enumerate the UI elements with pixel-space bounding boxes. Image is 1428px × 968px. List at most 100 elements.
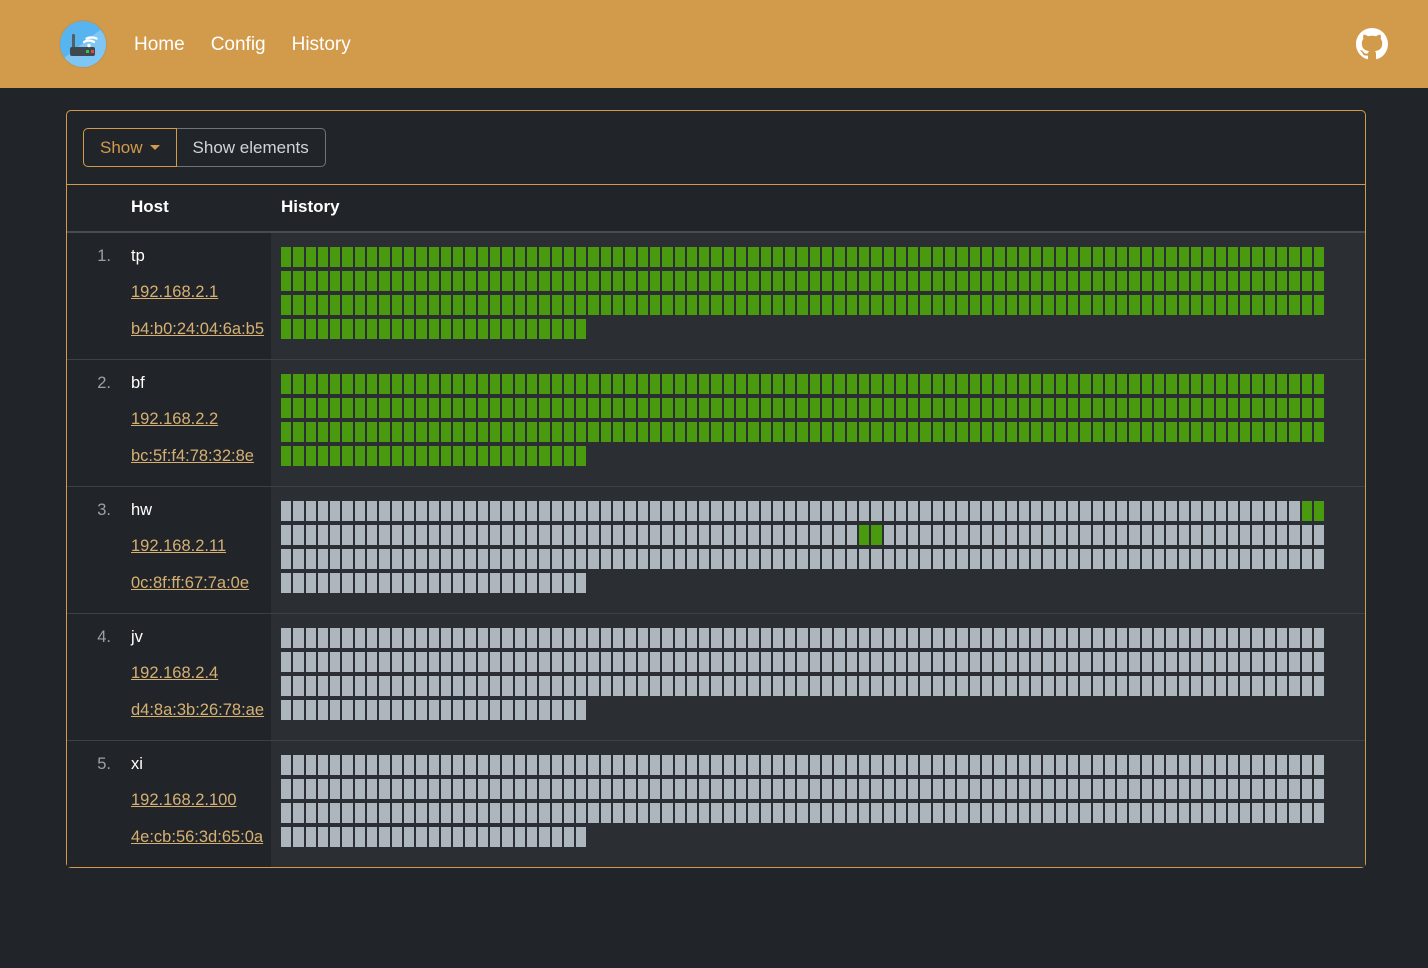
history-block-down[interactable] — [355, 525, 365, 545]
history-block-down[interactable] — [859, 676, 869, 696]
history-block-up[interactable] — [1277, 295, 1287, 315]
history-block-down[interactable] — [539, 700, 549, 720]
history-block-down[interactable] — [810, 676, 820, 696]
history-block-up[interactable] — [429, 446, 439, 466]
history-block-up[interactable] — [699, 295, 709, 315]
history-block-up[interactable] — [1117, 295, 1127, 315]
history-block-up[interactable] — [945, 295, 955, 315]
history-block-up[interactable] — [662, 422, 672, 442]
history-block-up[interactable] — [1240, 295, 1250, 315]
history-block-down[interactable] — [1252, 549, 1262, 569]
history-block-up[interactable] — [1240, 271, 1250, 291]
history-block-down[interactable] — [453, 676, 463, 696]
history-block-down[interactable] — [502, 779, 512, 799]
history-block-down[interactable] — [908, 779, 918, 799]
history-block-up[interactable] — [650, 374, 660, 394]
history-block-down[interactable] — [650, 525, 660, 545]
history-block-up[interactable] — [392, 446, 402, 466]
history-block-down[interactable] — [970, 755, 980, 775]
history-block-down[interactable] — [564, 549, 574, 569]
history-block-down[interactable] — [957, 525, 967, 545]
history-block-up[interactable] — [441, 271, 451, 291]
history-block-up[interactable] — [1043, 374, 1053, 394]
history-block-down[interactable] — [933, 628, 943, 648]
history-block-up[interactable] — [367, 295, 377, 315]
history-block-down[interactable] — [761, 525, 771, 545]
history-block-down[interactable] — [539, 827, 549, 847]
history-block-up[interactable] — [1056, 422, 1066, 442]
history-block-down[interactable] — [834, 501, 844, 521]
history-block-up[interactable] — [748, 398, 758, 418]
history-block-down[interactable] — [552, 755, 562, 775]
history-block-up[interactable] — [465, 271, 475, 291]
history-block-down[interactable] — [859, 779, 869, 799]
history-block-down[interactable] — [1228, 501, 1238, 521]
history-block-down[interactable] — [478, 676, 488, 696]
history-block-down[interactable] — [1179, 549, 1189, 569]
history-block-down[interactable] — [625, 803, 635, 823]
history-block-up[interactable] — [404, 295, 414, 315]
history-block-down[interactable] — [957, 501, 967, 521]
history-block-down[interactable] — [1228, 628, 1238, 648]
history-block-down[interactable] — [404, 652, 414, 672]
history-block-up[interactable] — [564, 319, 574, 339]
history-block-down[interactable] — [441, 501, 451, 521]
history-block-down[interactable] — [908, 652, 918, 672]
history-block-down[interactable] — [465, 628, 475, 648]
history-block-down[interactable] — [1252, 803, 1262, 823]
history-block-up[interactable] — [330, 374, 340, 394]
history-block-up[interactable] — [1068, 398, 1078, 418]
history-block-up[interactable] — [478, 295, 488, 315]
history-block-down[interactable] — [859, 501, 869, 521]
history-block-down[interactable] — [293, 549, 303, 569]
history-block-up[interactable] — [465, 398, 475, 418]
history-block-up[interactable] — [1007, 295, 1017, 315]
history-block-up[interactable] — [736, 271, 746, 291]
history-block-up[interactable] — [834, 247, 844, 267]
history-block-down[interactable] — [539, 652, 549, 672]
history-block-down[interactable] — [822, 779, 832, 799]
history-block-down[interactable] — [465, 573, 475, 593]
history-block-up[interactable] — [638, 398, 648, 418]
history-block-down[interactable] — [1031, 628, 1041, 648]
history-block-up[interactable] — [490, 446, 500, 466]
history-block-down[interactable] — [318, 676, 328, 696]
history-block-up[interactable] — [281, 398, 291, 418]
nav-link-config[interactable]: Config — [209, 31, 268, 58]
history-block-up[interactable] — [1105, 295, 1115, 315]
history-block-up[interactable] — [576, 374, 586, 394]
history-block-down[interactable] — [1203, 628, 1213, 648]
history-block-up[interactable] — [1216, 398, 1226, 418]
history-block-up[interactable] — [441, 295, 451, 315]
history-block-up[interactable] — [588, 374, 598, 394]
history-block-down[interactable] — [773, 652, 783, 672]
history-block-down[interactable] — [711, 628, 721, 648]
history-block-down[interactable] — [994, 501, 1004, 521]
history-block-down[interactable] — [527, 827, 537, 847]
history-block-up[interactable] — [330, 271, 340, 291]
history-block-down[interactable] — [429, 700, 439, 720]
history-block-up[interactable] — [1216, 271, 1226, 291]
history-block-down[interactable] — [1043, 628, 1053, 648]
history-block-up[interactable] — [1228, 295, 1238, 315]
history-block-up[interactable] — [1068, 374, 1078, 394]
history-block-down[interactable] — [920, 628, 930, 648]
history-block-down[interactable] — [884, 525, 894, 545]
history-block-up[interactable] — [478, 446, 488, 466]
history-block-up[interactable] — [367, 446, 377, 466]
history-block-up[interactable] — [306, 422, 316, 442]
history-block-down[interactable] — [404, 779, 414, 799]
history-block-down[interactable] — [355, 573, 365, 593]
history-block-up[interactable] — [342, 446, 352, 466]
history-block-up[interactable] — [564, 374, 574, 394]
history-block-down[interactable] — [490, 501, 500, 521]
history-block-up[interactable] — [552, 398, 562, 418]
history-block-down[interactable] — [1191, 628, 1201, 648]
history-block-down[interactable] — [982, 676, 992, 696]
history-block-up[interactable] — [859, 271, 869, 291]
history-block-down[interactable] — [318, 779, 328, 799]
history-block-down[interactable] — [404, 700, 414, 720]
history-block-down[interactable] — [453, 827, 463, 847]
history-block-down[interactable] — [982, 525, 992, 545]
history-block-down[interactable] — [1093, 676, 1103, 696]
